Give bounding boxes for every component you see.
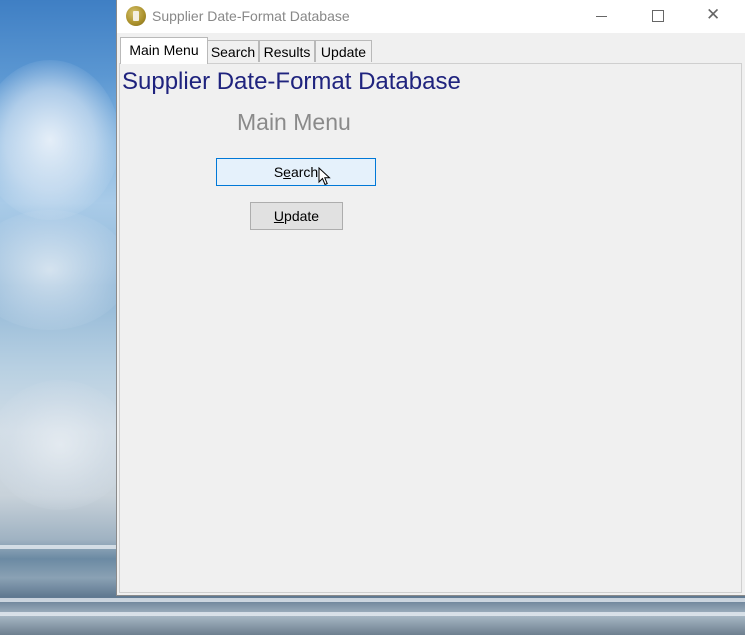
close-icon: ✕ — [706, 5, 721, 25]
search-button-label: Search — [273, 164, 319, 180]
wave-decoration — [0, 612, 745, 616]
maximize-button[interactable] — [635, 0, 681, 33]
cloud-decoration — [0, 380, 130, 510]
cloud-decoration — [0, 210, 130, 330]
pointer-cursor-icon — [318, 167, 331, 186]
main-menu-panel: Supplier Date-Format Database Main Menu … — [119, 63, 742, 593]
cloud-decoration — [0, 60, 120, 220]
tab-search[interactable]: Search — [207, 40, 259, 62]
app-heading: Supplier Date-Format Database — [122, 68, 461, 95]
window-title: Supplier Date-Format Database — [152, 8, 350, 24]
tab-main-menu[interactable]: Main Menu — [120, 37, 208, 64]
wave-decoration — [0, 598, 745, 602]
page-subtitle: Main Menu — [237, 109, 351, 135]
search-button[interactable]: Search — [216, 158, 376, 186]
tab-results[interactable]: Results — [259, 40, 315, 62]
app-icon — [126, 6, 146, 26]
update-button[interactable]: Update — [250, 202, 343, 230]
tab-update[interactable]: Update — [315, 40, 372, 62]
tab-strip: Main Menu Search Results Update — [117, 37, 745, 64]
title-bar[interactable]: Supplier Date-Format Database ✕ — [117, 0, 745, 33]
close-button[interactable]: ✕ — [693, 0, 739, 33]
maximize-icon — [652, 10, 664, 22]
update-button-label: Update — [273, 208, 320, 224]
minimize-icon — [596, 16, 607, 17]
app-window: Supplier Date-Format Database ✕ Main Men… — [116, 0, 745, 596]
minimize-button[interactable] — [579, 0, 625, 33]
